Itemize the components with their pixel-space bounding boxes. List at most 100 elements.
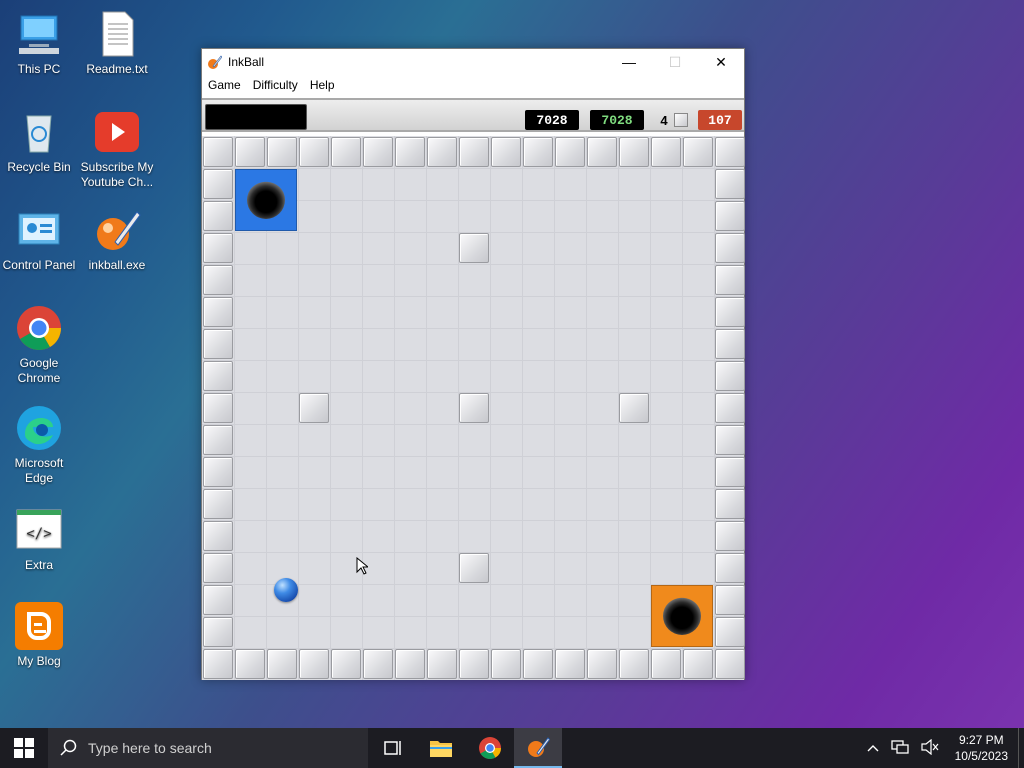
- wall-block: [203, 201, 233, 231]
- wall-block: [523, 649, 553, 679]
- wall-block: [203, 393, 233, 423]
- grid-line: [202, 456, 744, 457]
- clock-time: 9:27 PM: [958, 733, 1004, 747]
- wall-block: [427, 137, 457, 167]
- wall-block: [363, 137, 393, 167]
- chrome-icon: [15, 304, 63, 352]
- orange-hole: [651, 585, 713, 647]
- desktop-icon-readme[interactable]: Readme.txt: [79, 10, 155, 77]
- wall-block: [235, 649, 265, 679]
- blue-ball: [274, 578, 298, 602]
- title-bar[interactable]: InkBall — ☐ ✕: [202, 49, 744, 75]
- desktop-icon-this-pc[interactable]: This PC: [1, 10, 77, 77]
- wall-block: [651, 137, 681, 167]
- menu-game[interactable]: Game: [202, 78, 247, 92]
- show-desktop-button[interactable]: [1018, 728, 1024, 768]
- game-board[interactable]: [202, 136, 745, 680]
- inkball-icon: [93, 206, 141, 254]
- volume-muted-icon[interactable]: [915, 738, 945, 758]
- wall-block: [715, 457, 745, 487]
- grid-line: [202, 520, 744, 521]
- wall-block: [331, 137, 361, 167]
- network-icon[interactable]: [885, 739, 915, 758]
- start-button[interactable]: [0, 728, 48, 768]
- chevron-up-icon[interactable]: [861, 741, 885, 755]
- wall-block: [299, 649, 329, 679]
- wall-block: [203, 521, 233, 551]
- wall-block: [587, 649, 617, 679]
- desktop-icon-label: inkball.exe: [88, 258, 146, 272]
- hole-pit: [247, 181, 285, 219]
- control-panel-icon: [15, 206, 63, 254]
- desktop-icon-edge[interactable]: Microsoft Edge: [1, 404, 77, 486]
- chrome-taskbar-button[interactable]: [466, 728, 514, 768]
- wall-block: [555, 649, 585, 679]
- clock-date: 10/5/2023: [954, 749, 1008, 763]
- desktop-icon-inkball[interactable]: inkball.exe: [79, 206, 155, 273]
- wall-block: [395, 137, 425, 167]
- wall-block: [203, 137, 233, 167]
- blue-hole: [235, 169, 297, 231]
- wall-block: [491, 649, 521, 679]
- wall-block: [363, 649, 393, 679]
- this-pc-icon: [15, 10, 63, 58]
- wall-block: [203, 585, 233, 615]
- wall-block: [427, 649, 457, 679]
- desktop-icon-label: Google Chrome: [17, 356, 61, 385]
- grid-line: [554, 136, 555, 680]
- wall-block: [459, 649, 489, 679]
- taskbar-clock[interactable]: 9:27 PM 10/5/2023: [945, 732, 1018, 764]
- task-view-button[interactable]: [368, 728, 416, 768]
- wall-block: [459, 393, 489, 423]
- wall-block: [715, 393, 745, 423]
- wall-block: [715, 201, 745, 231]
- wall-block: [715, 361, 745, 391]
- desktop-icon-extra[interactable]: </> Extra: [1, 506, 77, 573]
- desktop-icon-label: Control Panel: [2, 258, 76, 272]
- wall-block: [715, 329, 745, 359]
- menu-bar: Game Difficulty Help: [202, 75, 744, 95]
- minimize-button[interactable]: —: [606, 49, 652, 75]
- grid-line: [202, 296, 744, 297]
- desktop-icon-label: This PC: [17, 62, 61, 76]
- wall-block: [523, 137, 553, 167]
- menu-help[interactable]: Help: [304, 78, 341, 92]
- system-tray: 9:27 PM 10/5/2023: [861, 728, 1024, 768]
- inkball-taskbar-button[interactable]: [514, 728, 562, 768]
- desktop-icon-label: My Blog: [17, 654, 61, 668]
- chrome-icon: [479, 737, 501, 759]
- wall-block: [203, 617, 233, 647]
- maximize-button[interactable]: ☐: [652, 49, 698, 75]
- wall-block: [715, 553, 745, 583]
- wall-block: [203, 489, 233, 519]
- wall-block: [203, 553, 233, 583]
- close-button[interactable]: ✕: [698, 49, 744, 75]
- windows-icon: [14, 738, 34, 758]
- wall-block: [459, 233, 489, 263]
- task-view-icon: [384, 741, 401, 755]
- grid-line: [362, 136, 363, 680]
- search-placeholder: Type here to search: [88, 740, 212, 756]
- wall-block: [203, 297, 233, 327]
- file-explorer-button[interactable]: [416, 728, 466, 768]
- wall-block: [715, 617, 745, 647]
- taskbar-search-box[interactable]: Type here to search: [48, 728, 368, 768]
- wall-block: [395, 649, 425, 679]
- wall-block: [715, 233, 745, 263]
- wall-block: [203, 361, 233, 391]
- desktop-icon-chrome[interactable]: Google Chrome: [1, 304, 77, 386]
- desktop-icon-recycle-bin[interactable]: Recycle Bin: [1, 108, 77, 175]
- wall-block: [459, 553, 489, 583]
- high-score-display: 7028: [590, 110, 644, 130]
- inkball-icon: [528, 737, 550, 757]
- grid-line: [522, 136, 523, 680]
- code-file-icon: </>: [15, 506, 63, 554]
- desktop-icon-youtube[interactable]: Subscribe My Youtube Ch...: [79, 108, 155, 190]
- menu-difficulty[interactable]: Difficulty: [247, 78, 304, 92]
- wall-block: [683, 137, 713, 167]
- wall-block: [203, 649, 233, 679]
- wall-block: [619, 137, 649, 167]
- desktop-icon-control-panel[interactable]: Control Panel: [1, 206, 77, 273]
- desktop-icon-my-blog[interactable]: My Blog: [1, 602, 77, 669]
- wall-block: [715, 489, 745, 519]
